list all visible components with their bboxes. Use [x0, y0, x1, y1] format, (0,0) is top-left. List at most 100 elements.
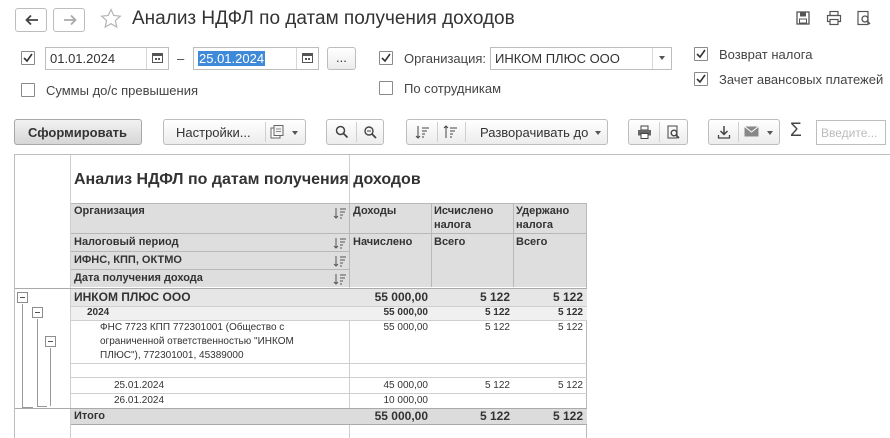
row-org-withheld: 5 122 — [552, 290, 583, 304]
collapse-org-button[interactable] — [17, 292, 28, 303]
report-area[interactable]: Анализ НДФЛ по датам получения доходов О… — [14, 154, 890, 438]
organization-dropdown-button[interactable] — [652, 48, 671, 69]
sort-expand-group: Разворачивать до — [406, 119, 608, 145]
print-icon[interactable] — [637, 125, 652, 139]
date-separator: – — [177, 51, 185, 66]
checkmark-icon — [696, 74, 706, 84]
by-employees-checkbox[interactable] — [379, 81, 393, 95]
chevron-down-icon[interactable] — [292, 131, 298, 135]
row-ifns-label-3: ПЛЮС"), 772301001, 45389000 — [100, 350, 244, 361]
arrow-right-icon — [64, 14, 77, 26]
checkmark-icon — [23, 53, 33, 63]
generate-button[interactable]: Сформировать — [14, 119, 142, 145]
row-ifns-calc: 5 122 — [484, 322, 510, 333]
row-year-calc: 5 122 — [484, 307, 510, 318]
chevron-down-icon[interactable] — [767, 131, 773, 135]
sums-excess-label: Суммы до/с превышения — [46, 83, 199, 98]
sort-icon[interactable] — [333, 255, 347, 267]
header-accrued: Начислено — [353, 236, 413, 248]
row-date1-label: 25.01.2024 — [114, 380, 165, 391]
sort-icon[interactable] — [333, 207, 347, 219]
settings-button[interactable]: Настройки... — [176, 125, 251, 140]
header-withheld-1: Удержано — [516, 205, 570, 217]
preview-icon[interactable] — [856, 10, 872, 26]
header-ifns: ИФНС, КПП, ОКТМО — [74, 254, 182, 266]
print-preview-icon[interactable] — [666, 125, 681, 139]
row-date1-withheld: 5 122 — [557, 380, 583, 391]
date-to-field[interactable]: 25.01.2024 — [193, 47, 319, 70]
export-group — [708, 119, 780, 145]
by-employees-label: По сотрудникам — [404, 81, 502, 96]
calendar-from-button[interactable] — [146, 48, 168, 69]
organization-label: Организация: — [404, 51, 487, 66]
sum-input[interactable]: Введите... — [816, 120, 886, 145]
checkmark-icon — [696, 49, 706, 59]
variants-icon[interactable] — [270, 125, 285, 139]
star-icon[interactable] — [100, 8, 122, 29]
forward-button[interactable] — [53, 8, 85, 32]
sum-icon[interactable]: Σ — [790, 120, 802, 142]
chevron-down-icon[interactable] — [595, 131, 601, 135]
date-to-value: 25.01.2024 — [198, 51, 266, 66]
header-calculated-1: Исчислено — [434, 205, 494, 217]
row-org-label: ИНКОМ ПЛЮС ООО — [74, 290, 191, 304]
row-org-calc: 5 122 — [479, 290, 510, 304]
row-ifns-income: 55 000,00 — [383, 322, 429, 333]
return-tax-label: Возврат налога — [719, 47, 813, 62]
download-icon[interactable] — [717, 125, 731, 139]
advance-offset-checkbox[interactable] — [694, 72, 708, 86]
checkmark-icon — [381, 53, 391, 63]
search-icon[interactable] — [335, 125, 349, 139]
page-title: Анализ НДФЛ по датам получения доходов — [132, 8, 515, 29]
calendar-to-button[interactable] — [296, 48, 318, 69]
sort-icon[interactable] — [333, 273, 347, 285]
row-year-label: 2024 — [87, 307, 110, 318]
calendar-icon — [152, 53, 163, 63]
row-year-withheld: 5 122 — [557, 307, 583, 318]
return-tax-checkbox[interactable] — [694, 47, 708, 61]
more-label: ... — [336, 50, 347, 65]
organization-select[interactable]: ИНКОМ ПЛЮС ООО — [490, 47, 672, 70]
sort-descending-icon[interactable] — [443, 125, 458, 139]
organization-value: ИНКОМ ПЛЮС ООО — [495, 51, 620, 66]
sort-icon[interactable] — [333, 237, 347, 249]
total-income: 55 000,00 — [374, 409, 428, 423]
advance-offset-label: Зачет авансовых платежей — [719, 72, 884, 87]
collapse-ifns-button[interactable] — [45, 336, 56, 347]
calendar-icon — [302, 53, 313, 63]
header-tax-period: Налоговый период — [74, 236, 179, 248]
row-ifns-label-1: ФНС 7723 КПП 772301001 (Общество с — [100, 322, 285, 333]
sums-excess-checkbox[interactable] — [21, 83, 35, 97]
sum-placeholder: Введите... — [821, 126, 878, 140]
period-more-button[interactable]: ... — [327, 47, 356, 70]
organization-checkbox[interactable] — [379, 51, 393, 65]
print-icon[interactable] — [826, 10, 842, 26]
back-button[interactable] — [15, 8, 47, 32]
search-group — [326, 119, 384, 145]
header-income-date: Дата получения дохода — [74, 272, 203, 284]
collapse-year-button[interactable] — [32, 307, 43, 318]
save-icon[interactable] — [795, 10, 811, 26]
header-calculated-total: Всего — [434, 236, 466, 248]
generate-label: Сформировать — [28, 125, 128, 140]
expand-to-button[interactable]: Разворачивать до — [480, 125, 588, 140]
header-withheld-total: Всего — [516, 236, 548, 248]
envelope-icon[interactable] — [744, 126, 759, 137]
print-group — [628, 119, 688, 145]
row-date2-income: 10 000,00 — [383, 395, 429, 406]
row-date2-label: 26.01.2024 — [114, 395, 165, 406]
row-ifns-withheld: 5 122 — [557, 322, 583, 333]
sort-ascending-icon[interactable] — [415, 125, 430, 139]
report-title: Анализ НДФЛ по датам получения доходов — [74, 171, 421, 188]
arrow-left-icon — [25, 14, 38, 26]
row-year-income: 55 000,00 — [383, 307, 429, 318]
total-label: Итого — [74, 410, 106, 422]
header-withheld-2: налога — [516, 219, 554, 231]
date-from-field[interactable]: 01.01.2024 — [45, 47, 169, 70]
header-income: Доходы — [353, 205, 397, 217]
header-calculated-2: налога — [434, 219, 472, 231]
period-checkbox[interactable] — [21, 51, 35, 65]
chevron-down-icon — [659, 56, 665, 60]
total-withheld: 5 122 — [552, 409, 583, 423]
search-advanced-icon[interactable] — [363, 125, 378, 139]
